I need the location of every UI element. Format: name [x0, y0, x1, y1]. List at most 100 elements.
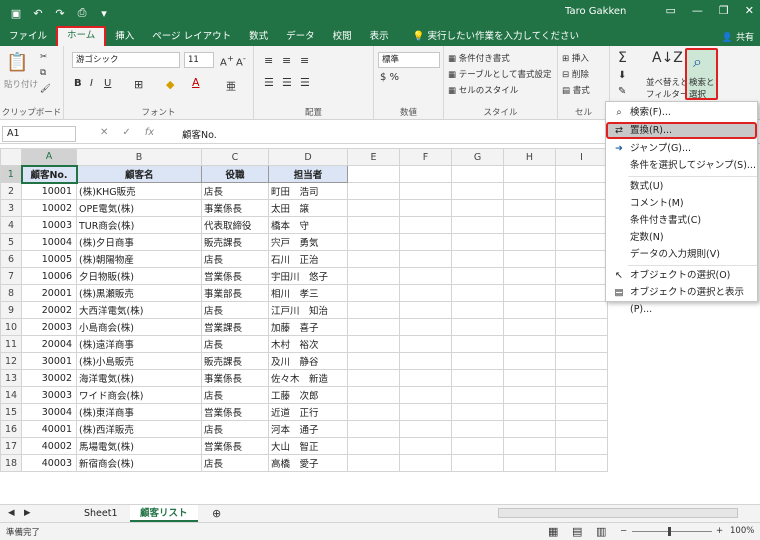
cell[interactable] [399, 233, 452, 251]
menu-item-goto[interactable]: ➜ ジャンプ(G)... [606, 140, 757, 157]
delete-cells-button[interactable]: ⊟ 削除 [562, 68, 589, 80]
cell[interactable] [555, 284, 608, 302]
paste-icon[interactable]: 📋 [6, 52, 28, 73]
cell[interactable] [451, 318, 504, 336]
currency-icon[interactable]: $ % [380, 72, 399, 83]
tab-review[interactable]: 校閲 [324, 28, 361, 46]
cell[interactable] [347, 369, 400, 387]
cell[interactable]: (株)KHG販売 [76, 182, 202, 200]
redo-icon[interactable]: ↷ [52, 7, 68, 20]
row-header[interactable]: 16 [0, 420, 22, 438]
fill-icon[interactable]: ⬇ [618, 70, 626, 81]
cell[interactable] [451, 403, 504, 421]
tab-insert[interactable]: 挿入 [106, 28, 143, 46]
decrease-font-icon[interactable]: A- [236, 53, 246, 68]
cell[interactable]: 江戸川 知治 [268, 301, 348, 319]
cell[interactable] [555, 233, 608, 251]
copy-icon[interactable]: ⧉ [40, 68, 46, 78]
cell[interactable]: 夕日物販(株) [76, 267, 202, 285]
cell[interactable] [399, 352, 452, 370]
cell[interactable] [555, 437, 608, 455]
clear-icon[interactable]: ✎ [618, 86, 626, 97]
table-header-cell[interactable]: 担当者 [268, 165, 348, 183]
cell[interactable] [347, 318, 400, 336]
cell[interactable]: 営業係長 [201, 437, 269, 455]
cell[interactable]: 事業係長 [201, 199, 269, 217]
underline-icon[interactable]: U [104, 78, 111, 89]
cell[interactable] [503, 199, 556, 217]
cell[interactable] [347, 352, 400, 370]
cell[interactable] [451, 165, 504, 183]
cell[interactable]: 新宿商会(株) [76, 454, 202, 472]
cell[interactable]: ワイド商会(株) [76, 386, 202, 404]
cell[interactable] [503, 216, 556, 234]
menu-item-selection-pane[interactable]: ▤ オブジェクトの選択と表示(P)... [606, 284, 757, 315]
cell[interactable]: 店長 [201, 454, 269, 472]
cell[interactable]: 事業係長 [201, 369, 269, 387]
cell-styles-button[interactable]: ▦ セルのスタイル [448, 84, 518, 96]
cell[interactable]: (株)遠洋商事 [76, 335, 202, 353]
sort-filter-label-2[interactable]: フィルター [646, 88, 688, 100]
cell[interactable]: 30002 [21, 369, 77, 387]
cell[interactable]: (株)朝陽物産 [76, 250, 202, 268]
cell[interactable]: 海洋電気(株) [76, 369, 202, 387]
cancel-icon[interactable]: ✕ [100, 127, 108, 138]
tab-home[interactable]: ホーム [56, 26, 107, 46]
align-left-icon[interactable]: ☰ [264, 76, 274, 89]
italic-icon[interactable]: I [90, 78, 93, 89]
cell[interactable] [399, 454, 452, 472]
cell[interactable] [399, 267, 452, 285]
format-as-table-button[interactable]: ▦ テーブルとして書式設定 [448, 68, 551, 80]
column-header[interactable]: G [451, 148, 504, 166]
menu-item-goto-special[interactable]: 条件を選択してジャンプ(S)... [606, 157, 757, 174]
cell[interactable] [451, 284, 504, 302]
column-header[interactable]: H [503, 148, 556, 166]
cell[interactable]: 木村 裕次 [268, 335, 348, 353]
cell[interactable] [347, 165, 400, 183]
cell[interactable]: 10006 [21, 267, 77, 285]
cell[interactable]: 橋本 守 [268, 216, 348, 234]
format-painter-icon[interactable]: 🖌 [40, 84, 51, 94]
cell[interactable] [555, 420, 608, 438]
cell[interactable] [503, 352, 556, 370]
cell[interactable] [399, 437, 452, 455]
cell[interactable] [503, 437, 556, 455]
increase-font-icon[interactable]: A+ [220, 53, 234, 68]
cell[interactable]: 40001 [21, 420, 77, 438]
align-center-icon[interactable]: ☰ [282, 76, 292, 89]
cell[interactable]: 宇田川 悠子 [268, 267, 348, 285]
row-header[interactable]: 6 [0, 250, 22, 268]
row-header[interactable]: 7 [0, 267, 22, 285]
cell[interactable]: 10003 [21, 216, 77, 234]
cell[interactable] [555, 369, 608, 387]
cell[interactable] [399, 284, 452, 302]
cell[interactable]: 営業係長 [201, 403, 269, 421]
cell[interactable] [503, 369, 556, 387]
cell[interactable] [555, 335, 608, 353]
cell[interactable]: 店長 [201, 420, 269, 438]
cell[interactable]: 馬場電気(株) [76, 437, 202, 455]
cell[interactable]: 太田 譲 [268, 199, 348, 217]
cell[interactable]: 石川 正治 [268, 250, 348, 268]
zoom-out-icon[interactable]: − [620, 526, 627, 536]
cell[interactable]: 大西洋電気(株) [76, 301, 202, 319]
sort-filter-icon[interactable]: A↓Z [652, 50, 683, 66]
font-size-select[interactable]: 11 [184, 52, 214, 68]
cell[interactable] [347, 233, 400, 251]
autosum-icon[interactable]: Σ [618, 50, 627, 66]
column-header[interactable]: E [347, 148, 400, 166]
zoom-slider-thumb[interactable] [668, 527, 671, 536]
cell[interactable] [555, 454, 608, 472]
cell[interactable] [451, 233, 504, 251]
cell[interactable]: 20004 [21, 335, 77, 353]
cell[interactable] [451, 199, 504, 217]
cell[interactable] [399, 369, 452, 387]
find-select-button[interactable]: ⌕ 検索と 選択 [685, 48, 718, 100]
cell[interactable]: 店長 [201, 182, 269, 200]
cell[interactable] [503, 335, 556, 353]
cell[interactable] [399, 250, 452, 268]
row-header[interactable]: 14 [0, 386, 22, 404]
cell[interactable] [347, 403, 400, 421]
cell[interactable] [451, 369, 504, 387]
table-header-cell[interactable]: 顧客名 [76, 165, 202, 183]
